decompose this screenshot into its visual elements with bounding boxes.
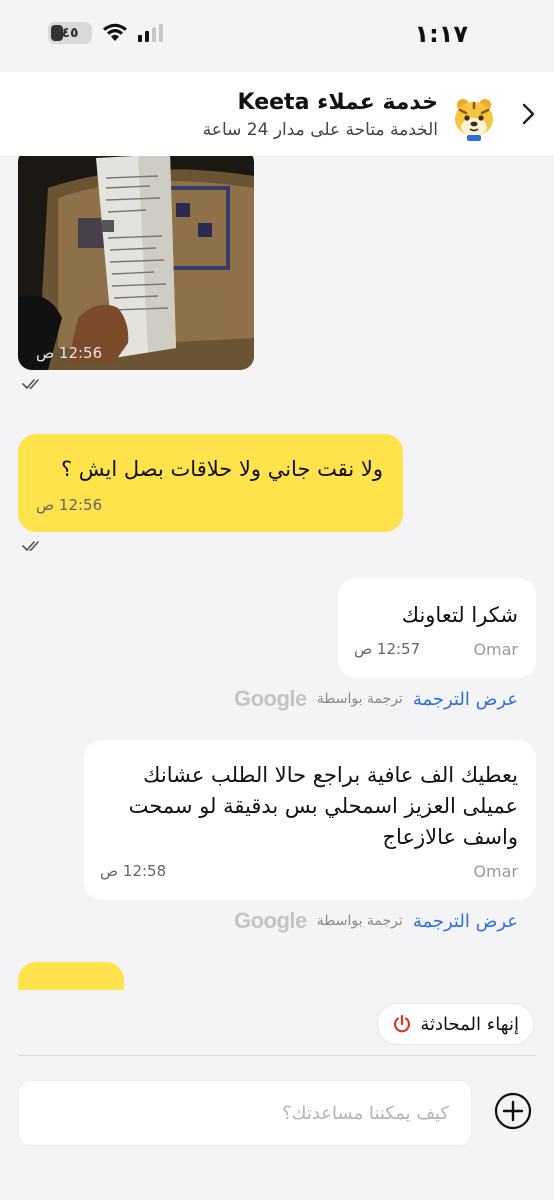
status-icons: ٤٥: [48, 22, 164, 44]
end-chat-label: إنهاء المحادثة: [420, 1013, 519, 1035]
message-list[interactable]: 12:56 ص ولا نقت جاني ولا حلاقات بصل ايش …: [0, 156, 554, 990]
battery-level: ٤٥: [61, 25, 79, 41]
wifi-icon: [103, 23, 127, 41]
chat-header: خدمة عملاء Keeta الخدمة متاحة على مدار 2…: [0, 72, 554, 157]
read-receipt-icon: [22, 541, 39, 551]
outgoing-message[interactable]: ولا نقت جاني ولا حلاقات بصل ايش ؟ 12:56 …: [18, 434, 403, 532]
google-logo: Google: [233, 908, 307, 933]
show-translation-link[interactable]: عرض الترجمة: [413, 689, 518, 710]
message-time: 12:56 ص: [36, 344, 103, 362]
translation-row: عرض الترجمة ترجمة بواسطة Google: [234, 908, 518, 934]
cellular-signal-icon: [138, 24, 163, 42]
image-message[interactable]: [18, 156, 254, 370]
incoming-message[interactable]: يعطيك الف عافية براجع حالا الطلب عشانك ع…: [84, 740, 536, 900]
message-line: عميلى العزيز اسمحلي بس بدقيقة لو سمحت: [128, 794, 518, 818]
message-time: 12:56 ص: [36, 496, 103, 514]
battery-icon: ٤٥: [48, 22, 92, 44]
message-text: ولا نقت جاني ولا حلاقات بصل ايش ؟: [60, 457, 383, 481]
translation-row: عرض الترجمة ترجمة بواسطة Google: [234, 686, 518, 712]
message-line: يعطيك الف عافية براجع حالا الطلب عشانك: [143, 763, 518, 787]
power-icon: [394, 1014, 411, 1033]
receipt-photo: [18, 156, 254, 370]
sender-name: Omar: [473, 862, 518, 881]
outgoing-message-partial[interactable]: [18, 962, 124, 990]
status-bar: ٤٥ ١:١٧: [0, 0, 554, 72]
keeta-mascot-avatar: [455, 99, 493, 141]
message-composer: [18, 1080, 472, 1146]
divider: [18, 1055, 536, 1056]
sender-name: Omar: [473, 640, 518, 659]
chevron-right-icon[interactable]: [516, 102, 540, 126]
incoming-message[interactable]: شكرا لتعاونك Omar 12:57 ص: [338, 578, 536, 678]
chat-title: خدمة عملاء Keeta: [237, 90, 438, 115]
add-attachment-icon[interactable]: [494, 1092, 532, 1130]
read-receipt-icon: [22, 379, 39, 389]
message-time: 12:57 ص: [354, 640, 421, 658]
translated-by-label: ترجمة بواسطة: [316, 691, 403, 707]
clock: ١:١٧: [414, 20, 468, 48]
message-input[interactable]: [19, 1081, 471, 1145]
availability-subtitle: الخدمة متاحة على مدار 24 ساعة: [202, 120, 438, 140]
message-line: واسف عالازعاج: [382, 825, 518, 849]
message-text: شكرا لتعاونك: [401, 603, 518, 627]
google-logo: Google: [233, 686, 307, 711]
translated-by-label: ترجمة بواسطة: [316, 913, 403, 929]
end-chat-button[interactable]: إنهاء المحادثة: [377, 1003, 534, 1045]
show-translation-link[interactable]: عرض الترجمة: [413, 911, 518, 932]
message-time: 12:58 ص: [100, 862, 167, 880]
